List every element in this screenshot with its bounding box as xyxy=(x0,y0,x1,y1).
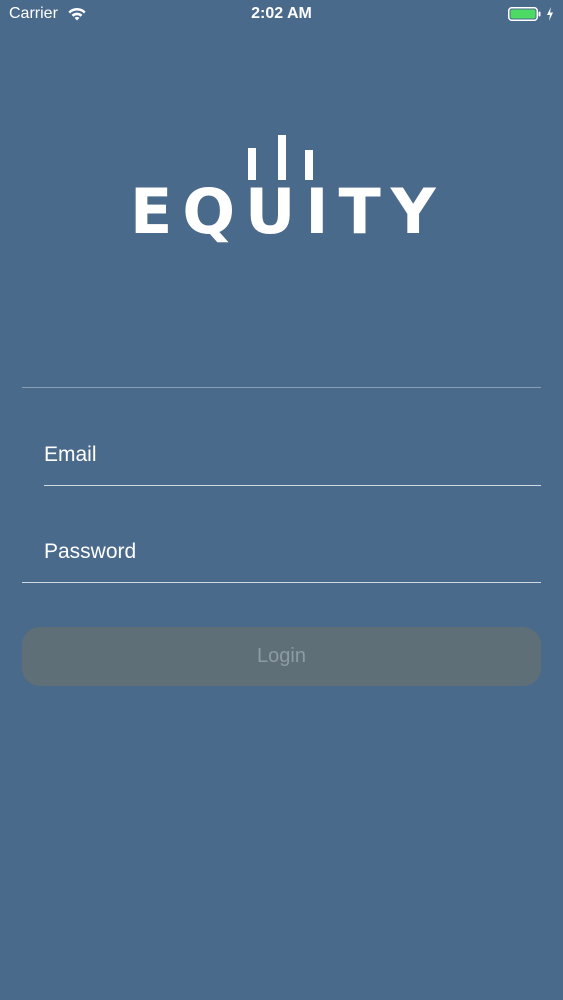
status-time: 2:02 AM xyxy=(251,5,312,22)
login-button[interactable]: Login xyxy=(22,627,541,686)
battery-icon xyxy=(508,7,541,21)
logo-text: EQUITY xyxy=(130,175,446,248)
logo-bars-icon xyxy=(248,130,318,180)
equity-logo: EQUITY xyxy=(130,125,446,250)
email-placeholder: Email xyxy=(44,443,97,466)
charging-icon xyxy=(547,7,553,21)
status-bar: Carrier 2:02 AM xyxy=(0,0,563,30)
form-divider xyxy=(22,387,541,388)
email-field[interactable]: Email xyxy=(44,435,541,486)
password-field[interactable]: Password xyxy=(22,532,541,583)
password-placeholder: Password xyxy=(44,540,137,563)
